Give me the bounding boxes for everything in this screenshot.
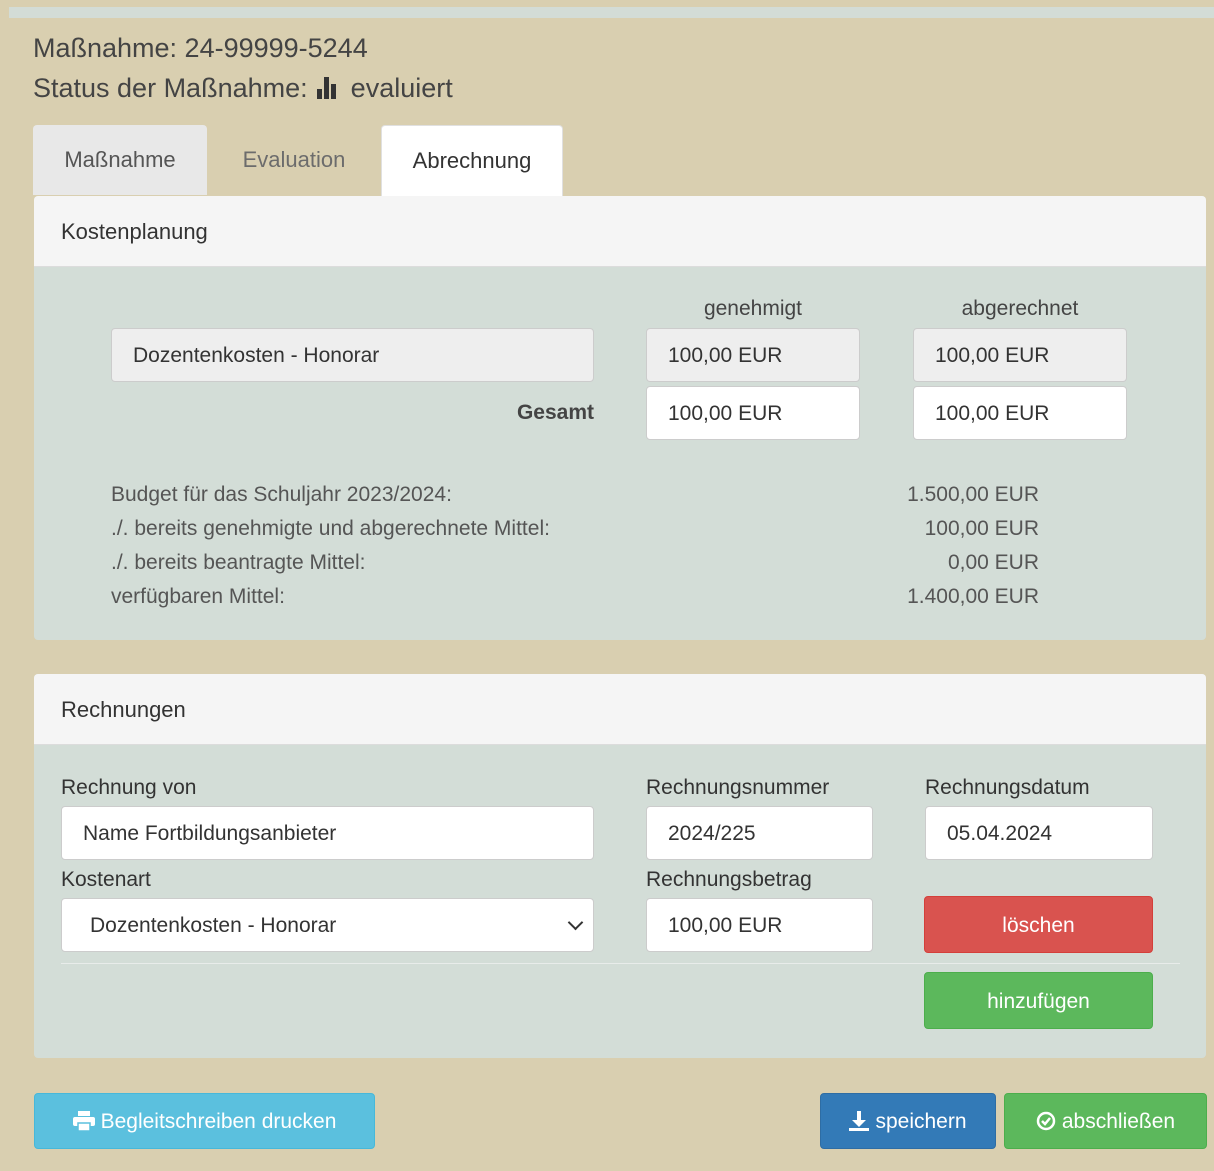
- cost-type-value: Dozentenkosten - Honorar: [90, 914, 337, 937]
- print-letter-button[interactable]: Begleitschreiben drucken: [34, 1093, 375, 1149]
- total-settled-input[interactable]: 100,00 EUR: [913, 386, 1127, 440]
- tab-abrechnung[interactable]: Abrechnung: [381, 125, 563, 196]
- complete-button[interactable]: abschließen: [1004, 1093, 1207, 1149]
- measure-title: Maßnahme: 24-99999-5244: [33, 33, 368, 63]
- print-label: Begleitschreiben drucken: [100, 1110, 337, 1133]
- invoice-amount-label: Rechnungsbetrag: [646, 868, 812, 891]
- budget-label-3: verfügbaren Mittel:: [111, 585, 285, 608]
- budget-label-2: ./. bereits beantragte Mittel:: [111, 551, 366, 574]
- measure-status: Status der Maßnahme: evaluiert: [33, 72, 453, 104]
- tab-evaluation[interactable]: Evaluation: [207, 125, 381, 195]
- save-label: speichern: [875, 1110, 967, 1133]
- rechnungen-title: Rechnungen: [34, 674, 1206, 745]
- budget-value-3: 1.400,00 EUR: [907, 585, 1039, 608]
- invoice-from-input[interactable]: Name Fortbildungsanbieter: [61, 806, 594, 860]
- add-invoice-button[interactable]: hinzufügen: [924, 972, 1153, 1029]
- status-label: Status der Maßnahme:: [33, 73, 308, 103]
- divider: [61, 963, 1180, 964]
- complete-label: abschließen: [1061, 1110, 1176, 1133]
- bar-chart-icon: [317, 75, 339, 99]
- col-approved-header: genehmigt: [703, 297, 803, 320]
- budget-value-0: 1.500,00 EUR: [907, 483, 1039, 506]
- cost-item-settled: 100,00 EUR: [913, 328, 1127, 382]
- tab-massnahme[interactable]: Maßnahme: [33, 125, 207, 195]
- delete-invoice-button[interactable]: löschen: [924, 896, 1153, 953]
- invoice-number-label: Rechnungsnummer: [646, 776, 830, 799]
- save-button[interactable]: speichern: [820, 1093, 996, 1149]
- invoice-date-label: Rechnungsdatum: [925, 776, 1090, 799]
- rechnungen-panel: Rechnungen Rechnung von Rechnungsnummer …: [34, 674, 1206, 1058]
- budget-label-1: ./. bereits genehmigte und abgerechnete …: [111, 517, 550, 540]
- total-approved-input[interactable]: 100,00 EUR: [646, 386, 860, 440]
- cost-item-approved: 100,00 EUR: [646, 328, 860, 382]
- invoice-number-input[interactable]: 2024/225: [646, 806, 873, 860]
- status-value: evaluiert: [350, 73, 453, 103]
- budget-label-0: Budget für das Schuljahr 2023/2024:: [111, 483, 452, 506]
- total-label: Gesamt: [516, 401, 594, 424]
- print-icon: [72, 1097, 95, 1153]
- budget-value-1: 100,00 EUR: [924, 517, 1039, 540]
- kostenplanung-title: Kostenplanung: [34, 196, 1206, 267]
- col-settled-header: abgerechnet: [961, 297, 1079, 320]
- budget-value-2: 0,00 EUR: [947, 551, 1039, 574]
- invoice-from-label: Rechnung von: [61, 776, 197, 799]
- download-icon: [849, 1097, 870, 1153]
- cost-item-name: Dozentenkosten - Honorar: [111, 328, 594, 382]
- top-bar: [0, 0, 1214, 18]
- invoice-amount-input[interactable]: 100,00 EUR: [646, 898, 873, 952]
- kostenplanung-panel: Kostenplanung genehmigt abgerechnet Doze…: [34, 196, 1206, 640]
- check-circle-icon: [1036, 1097, 1056, 1153]
- chevron-down-icon: [567, 914, 584, 931]
- invoice-date-input[interactable]: 05.04.2024: [925, 806, 1153, 860]
- cost-type-label: Kostenart: [61, 868, 151, 891]
- cost-type-select[interactable]: Dozentenkosten - Honorar: [61, 898, 594, 952]
